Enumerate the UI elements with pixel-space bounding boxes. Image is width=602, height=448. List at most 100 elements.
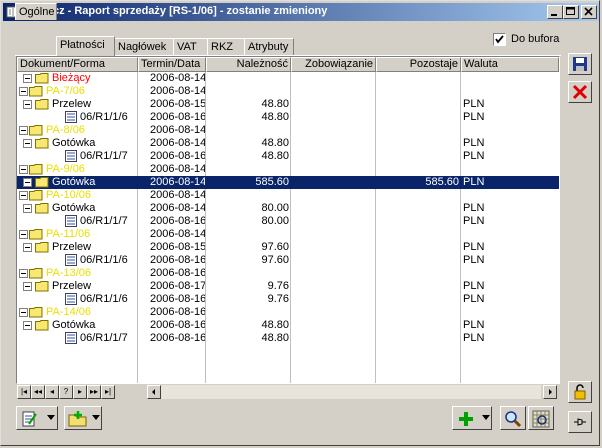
search-button[interactable]	[500, 406, 526, 430]
table-row[interactable]: Przelew 2006-08-17 9.76 PLN	[17, 280, 559, 293]
tab-atrybuty[interactable]: Atrybuty	[244, 38, 294, 55]
collapse-box-icon[interactable]	[23, 178, 32, 187]
tab-platnosci[interactable]: Płatności	[56, 36, 115, 56]
document-menu-button[interactable]	[16, 406, 58, 430]
collapse-box-icon[interactable]	[19, 269, 28, 278]
table-row[interactable]: Gotówka 2006-08-14 585.60 585.60 PLN	[17, 176, 559, 189]
table-row[interactable]: Bieżący 2006-08-14	[17, 72, 559, 85]
tree-node[interactable]: PA-13/06	[17, 267, 137, 280]
tree-node[interactable]: Przelew	[17, 241, 137, 254]
date-cell: 2006-08-14	[150, 228, 205, 240]
table-row[interactable]: 06/R1/1/7 2006-08-16 48.80 PLN	[17, 150, 559, 163]
col-header-document[interactable]: Dokument/Forma	[17, 57, 138, 72]
cancel-button[interactable]	[568, 81, 592, 103]
collapse-box-icon[interactable]	[23, 321, 32, 330]
prev-page-button[interactable]: ◂◂	[31, 385, 45, 399]
table-row[interactable]: PA-7/06 2006-08-14	[17, 85, 559, 98]
tab-vat[interactable]: VAT	[173, 38, 208, 55]
add-menu-button[interactable]	[452, 406, 492, 430]
tab-ogolne[interactable]: Ogólne	[15, 3, 57, 20]
collapse-box-icon[interactable]	[23, 243, 32, 252]
tree-node[interactable]: Przelew	[17, 280, 137, 293]
table-row[interactable]: PA-13/06 2006-08-16	[17, 267, 559, 280]
table-row[interactable]: Przelew 2006-08-15 97.60 PLN	[17, 241, 559, 254]
col-header-remaining[interactable]: Pozostaje	[376, 57, 461, 72]
tree-node[interactable]: 06/R1/1/6	[17, 111, 137, 124]
collapse-box-icon[interactable]	[19, 230, 28, 239]
dropdown-arrow-icon	[92, 415, 100, 420]
scroll-left-button[interactable]	[147, 385, 161, 399]
tree-node[interactable]: 06/R1/1/7	[17, 150, 137, 163]
prev-record-button[interactable]: ◂	[45, 385, 59, 399]
tab-rkz[interactable]: RKZ	[207, 38, 245, 55]
tree-node[interactable]: 06/R1/1/7	[17, 215, 137, 228]
checkbox-box[interactable]	[493, 33, 506, 46]
table-row[interactable]: Gotówka 2006-08-14 48.80 PLN	[17, 137, 559, 150]
node-label: PA-7/06	[46, 85, 85, 97]
tree-node[interactable]: PA-7/06	[17, 85, 137, 98]
table-row[interactable]: Przelew 2006-08-15 48.80 PLN	[17, 98, 559, 111]
maximize-button[interactable]	[563, 5, 579, 19]
close-window-button[interactable]	[581, 5, 597, 19]
collapse-box-icon[interactable]	[19, 87, 28, 96]
help-button[interactable]: ?	[59, 385, 73, 399]
payments-tree-grid[interactable]: Dokument/Forma Termin/Data Należność Zob…	[16, 56, 560, 384]
tree-node[interactable]: Gotówka	[17, 319, 137, 332]
tree-node[interactable]: Gotówka	[17, 176, 137, 189]
tree-node[interactable]: PA-9/06	[17, 163, 137, 176]
horizontal-scroll-track[interactable]	[161, 385, 541, 399]
table-row[interactable]: 06/R1/1/7 2006-08-16 48.80 PLN	[17, 332, 559, 345]
table-row[interactable]: PA-9/06 2006-08-14	[17, 163, 559, 176]
tree-node[interactable]: 06/R1/1/7	[17, 332, 137, 345]
col-header-due[interactable]: Należność	[206, 57, 291, 72]
unlock-button[interactable]	[568, 381, 592, 403]
next-page-button[interactable]: ▸▸	[87, 385, 101, 399]
due-cell: 80.00	[261, 202, 289, 214]
tree-node[interactable]: PA-10/06	[17, 189, 137, 202]
collapse-box-icon[interactable]	[23, 74, 32, 83]
filter-button[interactable]	[528, 406, 554, 430]
table-row[interactable]: 06/R1/1/6 2006-08-16 97.60 PLN	[17, 254, 559, 267]
collapse-box-icon[interactable]	[19, 165, 28, 174]
table-row[interactable]: PA-14/06 2006-08-16	[17, 306, 559, 319]
tree-node[interactable]: Przelew	[17, 98, 137, 111]
minimize-button[interactable]	[547, 5, 563, 19]
table-row[interactable]: 06/R1/1/6 2006-08-16 9.76 PLN	[17, 293, 559, 306]
collapse-box-icon[interactable]	[23, 282, 32, 291]
node-label: PA-10/06	[46, 189, 92, 201]
folder-add-icon	[68, 411, 87, 427]
tree-node[interactable]: Gotówka	[17, 137, 137, 150]
tree-node[interactable]: Gotówka	[17, 202, 137, 215]
pin-button[interactable]	[568, 411, 592, 433]
table-row[interactable]: PA-10/06 2006-08-14	[17, 189, 559, 202]
tree-node[interactable]: 06/R1/1/6	[17, 293, 137, 306]
table-row[interactable]: Gotówka 2006-08-16 48.80 PLN	[17, 319, 559, 332]
next-record-button[interactable]: ▸	[73, 385, 87, 399]
table-row[interactable]: 06/R1/1/6 2006-08-16 48.80 PLN	[17, 111, 559, 124]
collapse-box-icon[interactable]	[23, 100, 32, 109]
first-record-button[interactable]: |◂	[17, 385, 31, 399]
table-row[interactable]: 06/R1/1/7 2006-08-16 80.00 PLN	[17, 215, 559, 228]
collapse-box-icon[interactable]	[23, 204, 32, 213]
scroll-right-button[interactable]	[543, 385, 557, 399]
tree-node[interactable]: 06/R1/1/6	[17, 254, 137, 267]
add-folder-menu-button[interactable]	[64, 406, 102, 430]
collapse-box-icon[interactable]	[19, 191, 28, 200]
last-record-button[interactable]: ▸|	[101, 385, 115, 399]
save-button[interactable]	[568, 53, 592, 75]
collapse-box-icon[interactable]	[23, 139, 32, 148]
tree-node[interactable]: PA-14/06	[17, 306, 137, 319]
table-row[interactable]: PA-8/06 2006-08-14	[17, 124, 559, 137]
table-row[interactable]: PA-11/06 2006-08-14	[17, 228, 559, 241]
title-bar[interactable]: Spinacz - Raport sprzedaży [RS-1/06] - z…	[3, 3, 599, 21]
tree-node[interactable]: Bieżący	[17, 72, 137, 85]
col-header-liability[interactable]: Zobowiązanie	[291, 57, 376, 72]
tab-naglowek[interactable]: Nagłówek	[114, 38, 174, 55]
col-header-currency[interactable]: Waluta	[461, 57, 559, 72]
tree-node[interactable]: PA-8/06	[17, 124, 137, 137]
table-row[interactable]: Gotówka 2006-08-14 80.00 PLN	[17, 202, 559, 215]
collapse-box-icon[interactable]	[19, 126, 28, 135]
tree-node[interactable]: PA-11/06	[17, 228, 137, 241]
collapse-box-icon[interactable]	[19, 308, 28, 317]
col-header-date[interactable]: Termin/Data	[138, 57, 206, 72]
